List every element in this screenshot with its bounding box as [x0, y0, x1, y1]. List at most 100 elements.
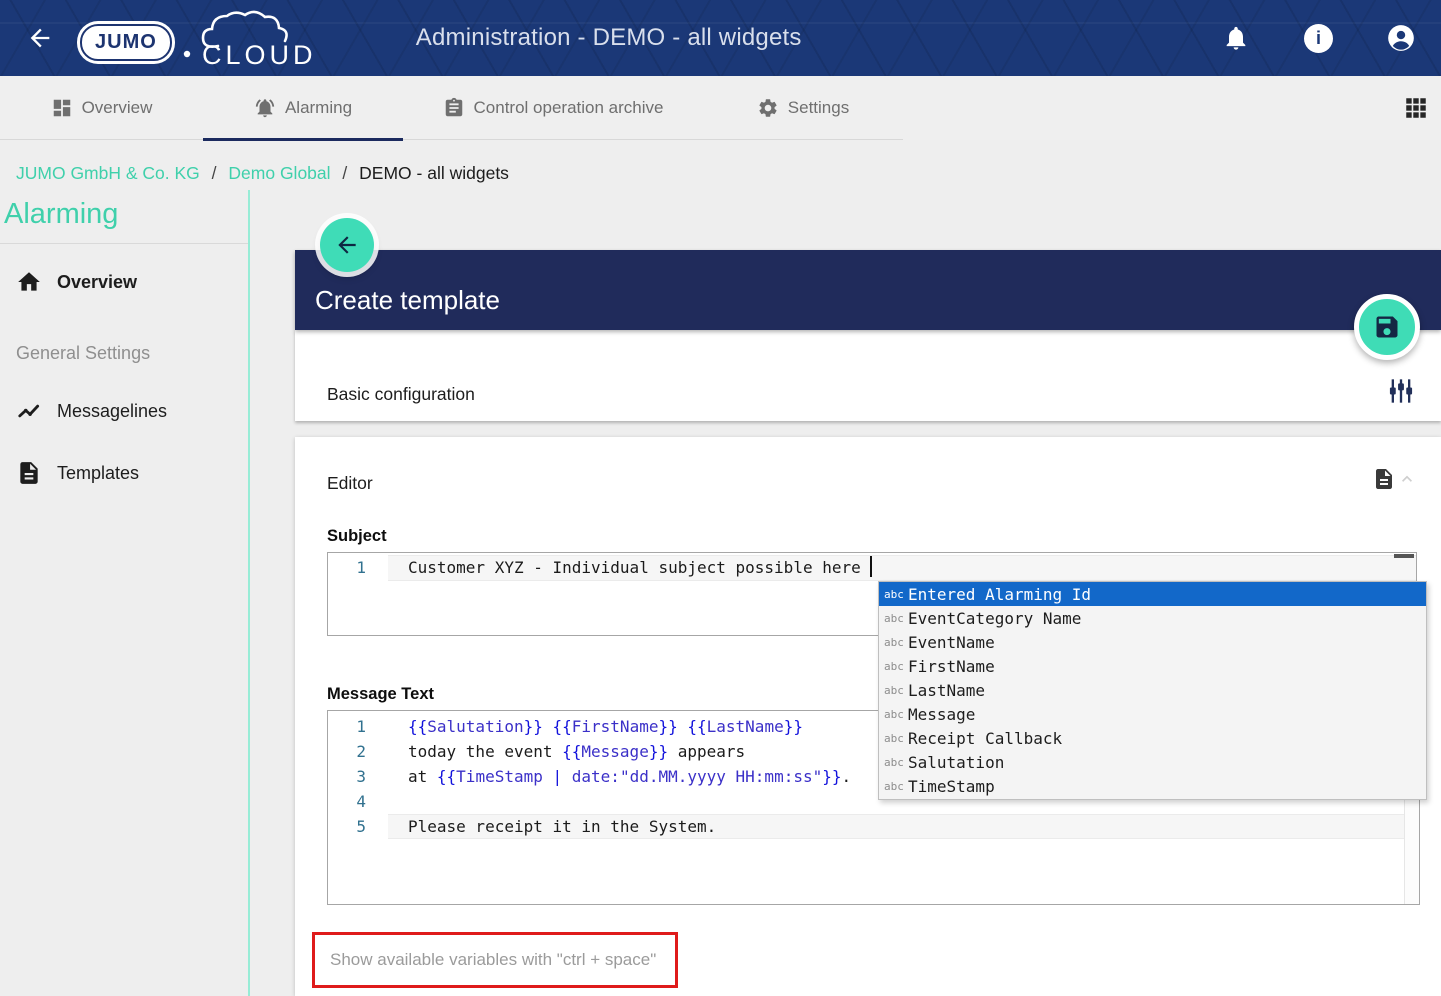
sidebar-item-label: Messagelines [57, 401, 167, 422]
document-icon [1372, 467, 1396, 491]
code-content: Customer XYZ - Individual subject possib… [388, 555, 1416, 581]
tab-overview[interactable]: Overview [0, 76, 203, 139]
dashboard-icon [51, 97, 73, 119]
breadcrumb-link[interactable]: JUMO GmbH & Co. KG [16, 163, 200, 183]
tab-label: Alarming [285, 98, 352, 118]
sidebar-item-label: Templates [57, 463, 139, 484]
autocomplete-item[interactable]: abcFirstName [879, 654, 1426, 678]
breadcrumb-separator: / [212, 163, 217, 183]
autocomplete-item[interactable]: abcEventName [879, 630, 1426, 654]
abc-text-icon: abc [882, 756, 908, 769]
abc-text-icon: abc [882, 660, 908, 673]
scrollbar-thumb[interactable] [1394, 554, 1414, 558]
line-number: 2 [328, 739, 388, 764]
autocomplete-item[interactable]: abcSalutation [879, 751, 1426, 775]
chevron-up-icon [1397, 469, 1417, 489]
code-line[interactable]: 1Customer XYZ - Individual subject possi… [328, 555, 1416, 581]
line-number: 1 [328, 555, 388, 581]
autocomplete-item-label: Message [908, 705, 975, 724]
autocomplete-item-label: LastName [908, 681, 985, 700]
tab-control-operation-archive[interactable]: Control operation archive [403, 76, 703, 139]
autocomplete-item[interactable]: abcEventCategory Name [879, 606, 1426, 630]
sidebar-item-messagelines[interactable]: Messagelines [16, 395, 167, 427]
tab-label: Settings [788, 98, 849, 118]
jumo-cloud-logo: JUMO CLOUD [80, 4, 340, 73]
basic-configuration-card: Basic configuration [295, 330, 1441, 421]
back-fab-button[interactable] [320, 218, 374, 272]
sidebar-item-label: Overview [57, 272, 137, 293]
tab-settings[interactable]: Settings [703, 76, 903, 139]
subject-label: Subject [327, 527, 387, 546]
arrow-left-icon [334, 232, 360, 258]
tab-alarming[interactable]: Alarming [203, 76, 403, 139]
autocomplete-item-label: Entered Alarming Id [908, 585, 1091, 604]
info-icon[interactable]: i [1304, 24, 1333, 53]
save-fab-button[interactable] [1354, 294, 1420, 360]
app-header: JUMO CLOUD Administration - DEMO - all w… [0, 0, 1441, 76]
tab-strip: Overview Alarming Control operation arch… [0, 76, 903, 140]
line-chart-icon [16, 398, 42, 424]
breadcrumb: JUMO GmbH & Co. KG / Demo Global / DEMO … [16, 163, 509, 184]
autocomplete-item[interactable]: abcEntered Alarming Id [879, 582, 1426, 606]
document-icon [16, 460, 42, 486]
cloud-logo-text: CLOUD [202, 40, 317, 68]
editor-card: Editor Subject 1Customer XYZ - Individua… [295, 437, 1441, 996]
sidebar-item-templates[interactable]: Templates [16, 457, 139, 489]
autocomplete-item[interactable]: abcTimeStamp [879, 775, 1426, 799]
autocomplete-dropdown: abcEntered Alarming IdabcEventCategory N… [878, 581, 1427, 800]
sidebar-item-overview[interactable]: Overview [16, 266, 137, 298]
editor-section-label: Editor [327, 473, 373, 494]
notifications-bell-icon[interactable] [1222, 24, 1250, 52]
sidebar: Alarming Overview General Settings Messa… [0, 190, 250, 996]
autocomplete-item[interactable]: abcReceipt Callback [879, 727, 1426, 751]
code-content: Please receipt it in the System. [388, 814, 1419, 839]
account-icon[interactable] [1387, 24, 1415, 52]
back-arrow-icon[interactable] [26, 24, 54, 52]
autocomplete-item-label: EventName [908, 633, 995, 652]
sidebar-title: Alarming [0, 190, 248, 244]
autocomplete-item[interactable]: abcMessage [879, 703, 1426, 727]
line-number: 3 [328, 764, 388, 789]
alarm-bell-icon [254, 97, 276, 119]
autocomplete-item-label: Receipt Callback [908, 729, 1062, 748]
jumo-logo-pill: JUMO [80, 24, 172, 61]
autocomplete-item[interactable]: abcLastName [879, 678, 1426, 702]
abc-text-icon: abc [882, 684, 908, 697]
abc-text-icon: abc [882, 612, 908, 625]
window-title: Administration - DEMO - all widgets [416, 24, 802, 52]
text-cursor [870, 556, 872, 577]
home-icon [16, 269, 42, 295]
code-line[interactable]: 5Please receipt it in the System. [328, 814, 1419, 839]
sidebar-item-label: General Settings [16, 343, 150, 364]
autocomplete-item-label: EventCategory Name [908, 609, 1081, 628]
abc-text-icon: abc [882, 588, 908, 601]
breadcrumb-link[interactable]: Demo Global [228, 163, 330, 183]
line-number: 5 [328, 814, 388, 839]
line-number: 1 [328, 714, 388, 739]
message-text-label: Message Text [327, 685, 434, 704]
cloud-logo: CLOUD [182, 10, 340, 73]
line-number: 4 [328, 789, 388, 814]
apps-grid-icon[interactable] [1403, 95, 1429, 121]
gear-icon [757, 97, 779, 119]
page-title: Create template [315, 285, 500, 316]
abc-text-icon: abc [882, 732, 908, 745]
app-root: JUMO CLOUD Administration - DEMO - all w… [0, 0, 1441, 996]
autocomplete-item-label: FirstName [908, 657, 995, 676]
clipboard-icon [443, 97, 465, 119]
breadcrumb-separator: / [342, 163, 347, 183]
editor-collapse-control[interactable] [1372, 467, 1417, 491]
variables-hint-box: Show available variables with "ctrl + sp… [312, 932, 678, 988]
sidebar-item-general-settings[interactable]: General Settings [16, 337, 150, 369]
autocomplete-item-label: TimeStamp [908, 777, 995, 796]
autocomplete-item-label: Salutation [908, 753, 1004, 772]
tab-label: Control operation archive [474, 98, 664, 118]
breadcrumb-current: DEMO - all widgets [359, 163, 509, 183]
abc-text-icon: abc [882, 708, 908, 721]
header-actions: i [1222, 24, 1415, 53]
basic-configuration-label: Basic configuration [327, 384, 475, 405]
variables-hint-text: Show available variables with "ctrl + sp… [330, 950, 656, 970]
sliders-tune-icon[interactable] [1387, 377, 1415, 405]
page-title-bar: Create template [295, 250, 1441, 330]
abc-text-icon: abc [882, 780, 908, 793]
